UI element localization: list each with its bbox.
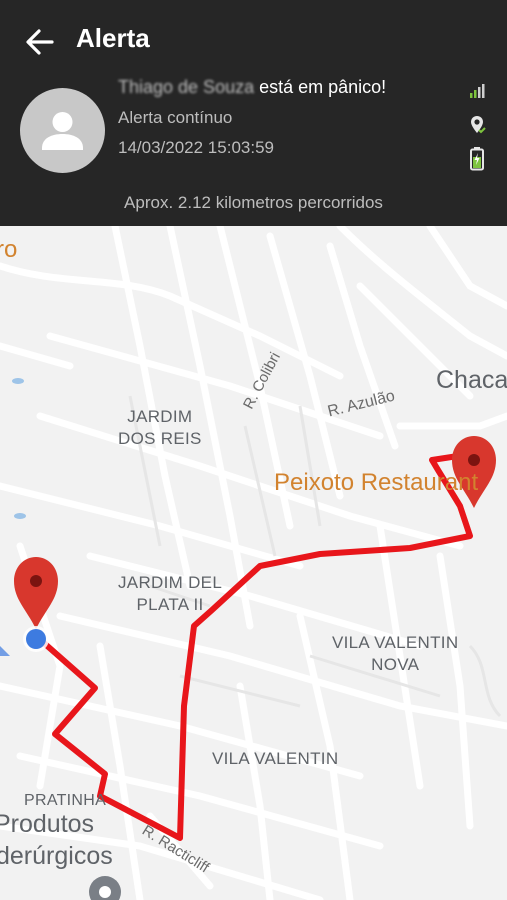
map-label-chaca: Chaca bbox=[436, 366, 507, 394]
panic-message: Thiago de Souza está em pânico! bbox=[118, 76, 386, 98]
alert-screen: Alerta Thiago de Souza está em pânico! A… bbox=[0, 0, 507, 900]
person-name: Thiago de Souza bbox=[118, 77, 255, 97]
map-label-vila-valentin-nova: VILA VALENTIN NOVA bbox=[332, 633, 459, 674]
poi-pin-icon bbox=[89, 876, 121, 900]
water-spot bbox=[12, 378, 24, 384]
alert-header: Alerta Thiago de Souza está em pânico! A… bbox=[0, 0, 507, 226]
panic-text: está em pânico! bbox=[254, 77, 387, 97]
location-marker-icon[interactable] bbox=[14, 557, 58, 629]
person-avatar-icon bbox=[20, 88, 105, 173]
alert-timestamp: 14/03/2022 15:03:59 bbox=[118, 138, 274, 157]
map-label-jardim-dos-reis: JARDIM DOS REIS bbox=[118, 407, 202, 448]
gps-pin-icon bbox=[471, 116, 486, 134]
map-label-produtos: Produtos bbox=[0, 810, 95, 838]
current-location-icon[interactable] bbox=[23, 626, 49, 652]
map-label-siderurgicos: derúrgicos bbox=[0, 842, 113, 870]
signal-icon bbox=[470, 84, 485, 98]
map-label-jardim-del-plata: JARDIM DEL PLATA II bbox=[118, 573, 223, 614]
map-label-vila-valentin: VILA VALENTIN bbox=[212, 749, 339, 768]
direction-indicator bbox=[0, 646, 10, 656]
arrow-left-icon bbox=[26, 29, 54, 55]
route-map[interactable]: ro JARDIM DOS REIS R. Colibri R. Azulão … bbox=[0, 226, 507, 900]
back-button[interactable] bbox=[20, 22, 60, 62]
status-icons bbox=[466, 80, 488, 172]
map-label-peixoto: Peixoto Restaurant bbox=[274, 469, 479, 496]
app-bar: Alerta bbox=[0, 0, 507, 78]
map-label-edge: ro bbox=[0, 236, 18, 263]
distance-text: Aprox. 2.12 kilometros percorridos bbox=[124, 193, 383, 212]
water-spot bbox=[14, 513, 26, 519]
battery-icon bbox=[470, 147, 484, 171]
map-label-pratinha: PRATINHA bbox=[24, 792, 107, 809]
alert-type: Alerta contínuo bbox=[118, 108, 233, 127]
page-title: Alerta bbox=[76, 23, 150, 53]
